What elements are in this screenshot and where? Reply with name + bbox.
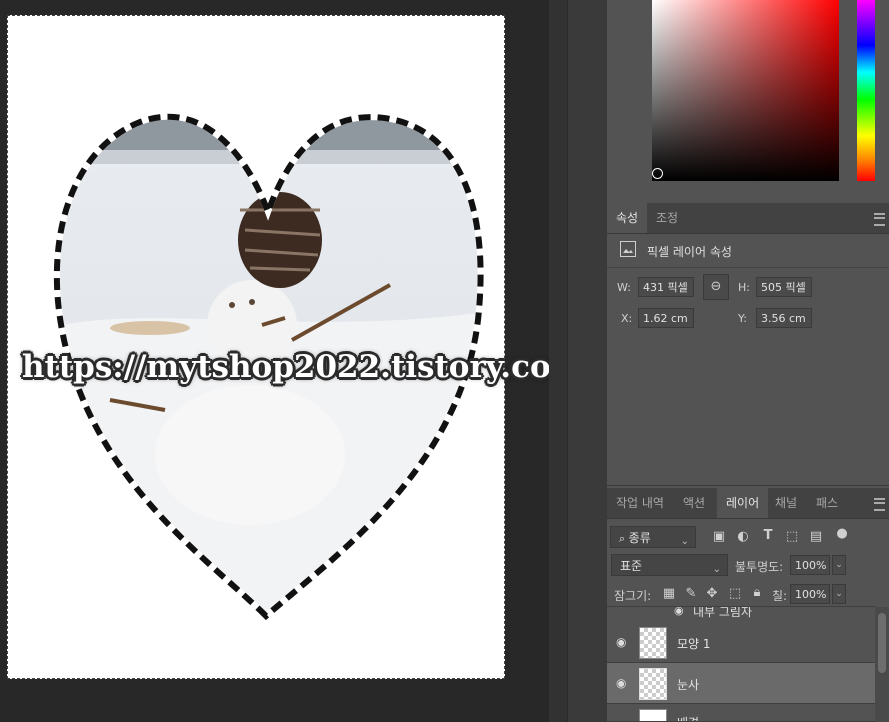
tab-actions[interactable]: 액션 — [674, 488, 714, 518]
y-label: Y: — [738, 312, 747, 325]
eye-icon[interactable]: ◉ — [616, 676, 626, 690]
chevron-down-icon[interactable]: ⌄ — [832, 555, 846, 575]
layer-name: 모양 1 — [677, 637, 711, 651]
lock-artboard-icon[interactable]: ⬚ — [727, 586, 743, 601]
selection-marquee — [7, 15, 505, 679]
panel-divider — [549, 0, 567, 722]
chevron-down-icon: ⌄ — [680, 536, 689, 547]
layer-row-shape[interactable]: ◉ 모양 1 — [607, 622, 875, 663]
layers-scrollbar[interactable] — [875, 607, 889, 722]
eye-icon[interactable]: ◉ — [674, 607, 684, 617]
tab-adjustments[interactable]: 조정 — [647, 203, 687, 233]
width-label: W: — [617, 281, 631, 294]
chevron-down-icon[interactable]: ⌄ — [832, 584, 846, 604]
eye-icon[interactable]: ◉ — [616, 635, 626, 649]
watermark-text: https://mytshop2022.tistory.com/ — [22, 349, 595, 385]
layer-filter-dropdown[interactable]: ⌕ 종류 ⌄ — [610, 526, 696, 548]
layers-panel-tabs: 작업 내역 액션 레이어 채널 패스 — [607, 488, 889, 519]
fill-label: 칠: — [772, 589, 788, 603]
effect-name: 내부 그림자 — [693, 607, 753, 619]
opacity-field[interactable]: 100% — [790, 555, 830, 575]
tab-layers[interactable]: 레이어 — [717, 488, 769, 518]
collapsed-panel-column — [567, 0, 608, 722]
panel-menu-icon[interactable] — [874, 498, 885, 511]
shape-filter-icon[interactable]: ⬚ — [784, 529, 800, 544]
layer-thumbnail — [639, 627, 667, 659]
blend-mode-dropdown[interactable]: 표준 ⌄ — [611, 554, 728, 576]
scrollbar-thumb[interactable] — [878, 613, 886, 673]
panel-menu-icon[interactable] — [874, 213, 885, 226]
hue-slider[interactable] — [857, 0, 875, 181]
layer-name: 눈사 — [677, 678, 700, 692]
tab-properties[interactable]: 속성 — [607, 203, 648, 233]
lock-all-icon[interactable]: 🔒︎ — [749, 585, 765, 600]
properties-tabs: 속성 조정 — [607, 203, 889, 234]
divider — [607, 485, 889, 486]
color-picker-cursor[interactable] — [652, 168, 663, 179]
image-icon — [620, 241, 636, 257]
blend-mode-value: 표준 — [620, 559, 643, 573]
type-filter-icon[interactable]: T — [760, 528, 776, 543]
layer-name: 배경 — [677, 714, 699, 721]
smart-object-filter-icon[interactable]: ▤ — [808, 529, 824, 544]
layer-thumbnail — [639, 709, 667, 721]
height-label: H: — [738, 281, 750, 294]
search-icon: ⌕ — [619, 532, 629, 545]
adjustment-filter-icon[interactable]: ◐ — [735, 529, 751, 544]
layer-row-snowman[interactable]: ◉ 눈사 — [607, 663, 875, 704]
layer-thumbnail — [639, 668, 667, 700]
chevron-down-icon: ⌄ — [712, 564, 721, 575]
properties-section-title: 픽셀 레이어 속성 — [647, 245, 732, 259]
filter-label: 종류 — [628, 531, 651, 545]
lock-position-icon[interactable]: ✥ — [704, 586, 720, 601]
x-field[interactable]: 1.62 cm — [638, 308, 694, 328]
lock-label: 잠그기: — [614, 589, 652, 603]
tab-paths[interactable]: 패스 — [807, 488, 847, 518]
tab-channels[interactable]: 채널 — [766, 488, 806, 518]
tab-history[interactable]: 작업 내역 — [607, 488, 673, 518]
height-field[interactable]: 505 픽셀 — [756, 277, 812, 297]
layer-effect-row[interactable]: ◉ 내부 그림자 — [607, 607, 875, 622]
pixel-filter-icon[interactable]: ▣ — [711, 529, 727, 544]
lock-image-icon[interactable]: ✎ — [683, 586, 699, 601]
y-field[interactable]: 3.56 cm — [756, 308, 812, 328]
link-icon[interactable]: ⊖ — [703, 274, 729, 300]
divider — [607, 267, 889, 268]
color-saturation-field[interactable] — [652, 0, 839, 181]
layer-row-background[interactable]: 배경 — [607, 704, 875, 722]
filter-toggle-icon[interactable]: ● — [834, 526, 850, 541]
opacity-label: 불투명도: — [735, 560, 784, 574]
lock-transparent-icon[interactable]: ▦ — [661, 586, 677, 601]
width-field[interactable]: 431 픽셀 — [638, 277, 694, 297]
x-label: X: — [621, 312, 633, 325]
fill-field[interactable]: 100% — [790, 584, 830, 604]
